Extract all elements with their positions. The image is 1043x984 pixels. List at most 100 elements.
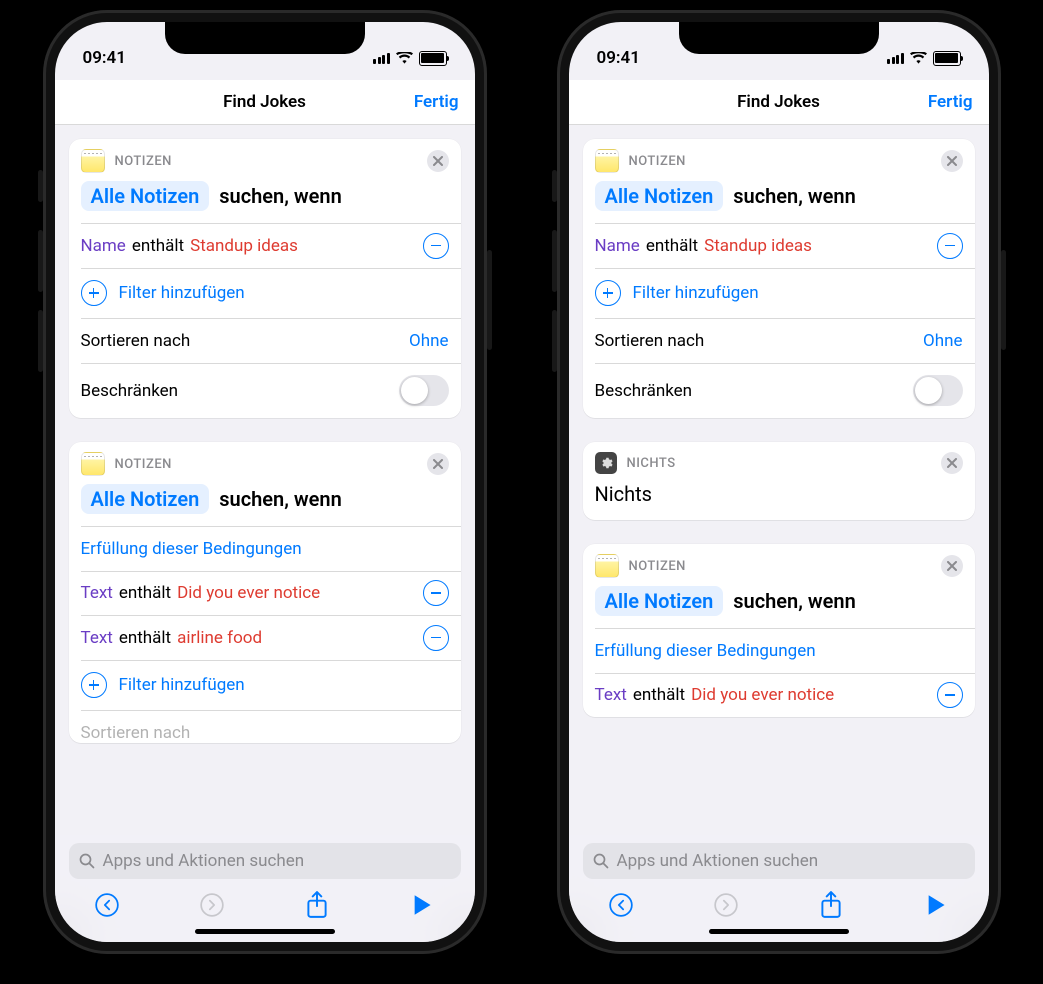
- filter-row[interactable]: Text enthält airline food: [69, 616, 461, 660]
- sort-by-row[interactable]: Sortieren nach Ohne: [583, 319, 975, 363]
- limit-label: Beschränken: [81, 381, 179, 401]
- cellular-signal-icon: [373, 53, 390, 64]
- filter-operator: enthält: [646, 236, 698, 256]
- share-button[interactable]: [817, 891, 845, 919]
- action-card-find-notes-2: NOTIZEN Alle Notizen suchen, wenn Erfüll…: [69, 442, 461, 743]
- status-time: 09:41: [597, 48, 640, 68]
- scope-token[interactable]: Alle Notizen: [595, 181, 724, 211]
- sort-by-row[interactable]: Sortieren nach Ohne: [69, 319, 461, 363]
- filter-value: Standup ideas: [704, 236, 812, 256]
- filter-operator: enthält: [132, 236, 184, 256]
- wifi-icon: [396, 52, 413, 65]
- remove-filter-button[interactable]: [423, 580, 449, 606]
- remove-action-button[interactable]: [427, 453, 449, 475]
- scope-token[interactable]: Alle Notizen: [81, 484, 210, 514]
- add-filter-button[interactable]: Filter hinzufügen: [583, 268, 975, 318]
- notes-app-icon: [81, 149, 105, 173]
- run-button[interactable]: [922, 891, 950, 919]
- bottom-toolbar: Apps und Aktionen suchen: [569, 835, 989, 942]
- content-area[interactable]: NOTIZEN Alle Notizen suchen, wenn Name e…: [569, 125, 989, 835]
- page-title: Find Jokes: [737, 92, 820, 112]
- bottom-toolbar: Apps und Aktionen suchen: [55, 835, 475, 942]
- filter-row[interactable]: Text enthält Did you ever notice: [69, 571, 461, 615]
- remove-filter-button[interactable]: [937, 233, 963, 259]
- remove-action-button[interactable]: [941, 452, 963, 474]
- add-filter-label: Filter hinzufügen: [119, 283, 245, 303]
- filter-value: Did you ever notice: [691, 685, 834, 705]
- action-app-label: NICHTS: [627, 456, 676, 471]
- notch: [679, 22, 879, 54]
- action-verb: suchen, wenn: [733, 184, 856, 208]
- mute-switch: [38, 170, 43, 202]
- share-button[interactable]: [303, 891, 331, 919]
- action-app-label: NOTIZEN: [115, 154, 172, 169]
- action-card-nothing: NICHTS Nichts: [583, 442, 975, 520]
- filter-field: Name: [81, 236, 126, 256]
- add-filter-label: Filter hinzufügen: [633, 283, 759, 303]
- cellular-signal-icon: [887, 53, 904, 64]
- wifi-icon: [910, 52, 927, 65]
- remove-filter-button[interactable]: [423, 625, 449, 651]
- conditions-mode-button[interactable]: Erfüllung dieser Bedingungen: [583, 629, 975, 673]
- sort-by-label: Sortieren nach: [81, 331, 191, 351]
- filter-row[interactable]: Text enthält Did you ever notice: [583, 673, 975, 717]
- volume-down-button: [552, 310, 557, 372]
- notes-app-icon: [81, 452, 105, 476]
- limit-toggle[interactable]: [399, 375, 449, 406]
- undo-button[interactable]: [93, 891, 121, 919]
- volume-down-button: [38, 310, 43, 372]
- notes-app-icon: [595, 554, 619, 578]
- filter-field: Text: [595, 685, 627, 705]
- nav-bar: Find Jokes Fertig: [55, 80, 475, 125]
- plus-icon: [595, 280, 621, 306]
- run-button[interactable]: [408, 891, 436, 919]
- action-app-label: NOTIZEN: [629, 559, 686, 574]
- action-verb: suchen, wenn: [733, 589, 856, 613]
- nav-bar: Find Jokes Fertig: [569, 80, 989, 125]
- redo-button: [198, 891, 226, 919]
- scope-token[interactable]: Alle Notizen: [81, 181, 210, 211]
- scope-token[interactable]: Alle Notizen: [595, 586, 724, 616]
- remove-filter-button[interactable]: [423, 233, 449, 259]
- filter-row[interactable]: Name enthält Standup ideas: [69, 224, 461, 268]
- remove-filter-button[interactable]: [937, 682, 963, 708]
- sort-by-value: Ohne: [409, 331, 448, 351]
- filter-operator: enthält: [119, 583, 171, 603]
- add-filter-button[interactable]: Filter hinzufügen: [69, 268, 461, 318]
- home-indicator[interactable]: [195, 929, 335, 934]
- sort-by-row[interactable]: Sortieren nach: [69, 711, 461, 743]
- volume-up-button: [552, 230, 557, 292]
- done-button[interactable]: Fertig: [414, 92, 459, 112]
- sort-by-value: Ohne: [923, 331, 962, 351]
- limit-toggle[interactable]: [913, 375, 963, 406]
- conditions-mode-button[interactable]: Erfüllung dieser Bedingungen: [69, 527, 461, 571]
- search-input[interactable]: Apps und Aktionen suchen: [583, 843, 975, 879]
- add-filter-button[interactable]: Filter hinzufügen: [69, 660, 461, 710]
- search-placeholder: Apps und Aktionen suchen: [617, 851, 819, 871]
- action-app-label: NOTIZEN: [115, 457, 172, 472]
- search-input[interactable]: Apps und Aktionen suchen: [69, 843, 461, 879]
- filter-field: Name: [595, 236, 640, 256]
- filter-operator: enthält: [633, 685, 685, 705]
- search-icon: [593, 853, 609, 869]
- undo-button[interactable]: [607, 891, 635, 919]
- content-area[interactable]: NOTIZEN Alle Notizen suchen, wenn Name e…: [55, 125, 475, 835]
- filter-row[interactable]: Name enthält Standup ideas: [583, 224, 975, 268]
- search-placeholder: Apps und Aktionen suchen: [103, 851, 305, 871]
- limit-label: Beschränken: [595, 381, 693, 401]
- plus-icon: [81, 672, 107, 698]
- done-button[interactable]: Fertig: [928, 92, 973, 112]
- filter-field: Text: [81, 583, 113, 603]
- remove-action-button[interactable]: [941, 555, 963, 577]
- status-time: 09:41: [83, 48, 126, 68]
- home-indicator[interactable]: [709, 929, 849, 934]
- notes-app-icon: [595, 149, 619, 173]
- remove-action-button[interactable]: [427, 150, 449, 172]
- sort-by-label: Sortieren nach: [595, 331, 705, 351]
- filter-value: Did you ever notice: [177, 583, 320, 603]
- notch: [165, 22, 365, 54]
- limit-row: Beschränken: [69, 363, 461, 418]
- remove-action-button[interactable]: [941, 150, 963, 172]
- add-filter-label: Filter hinzufügen: [119, 675, 245, 695]
- battery-icon: [933, 51, 961, 66]
